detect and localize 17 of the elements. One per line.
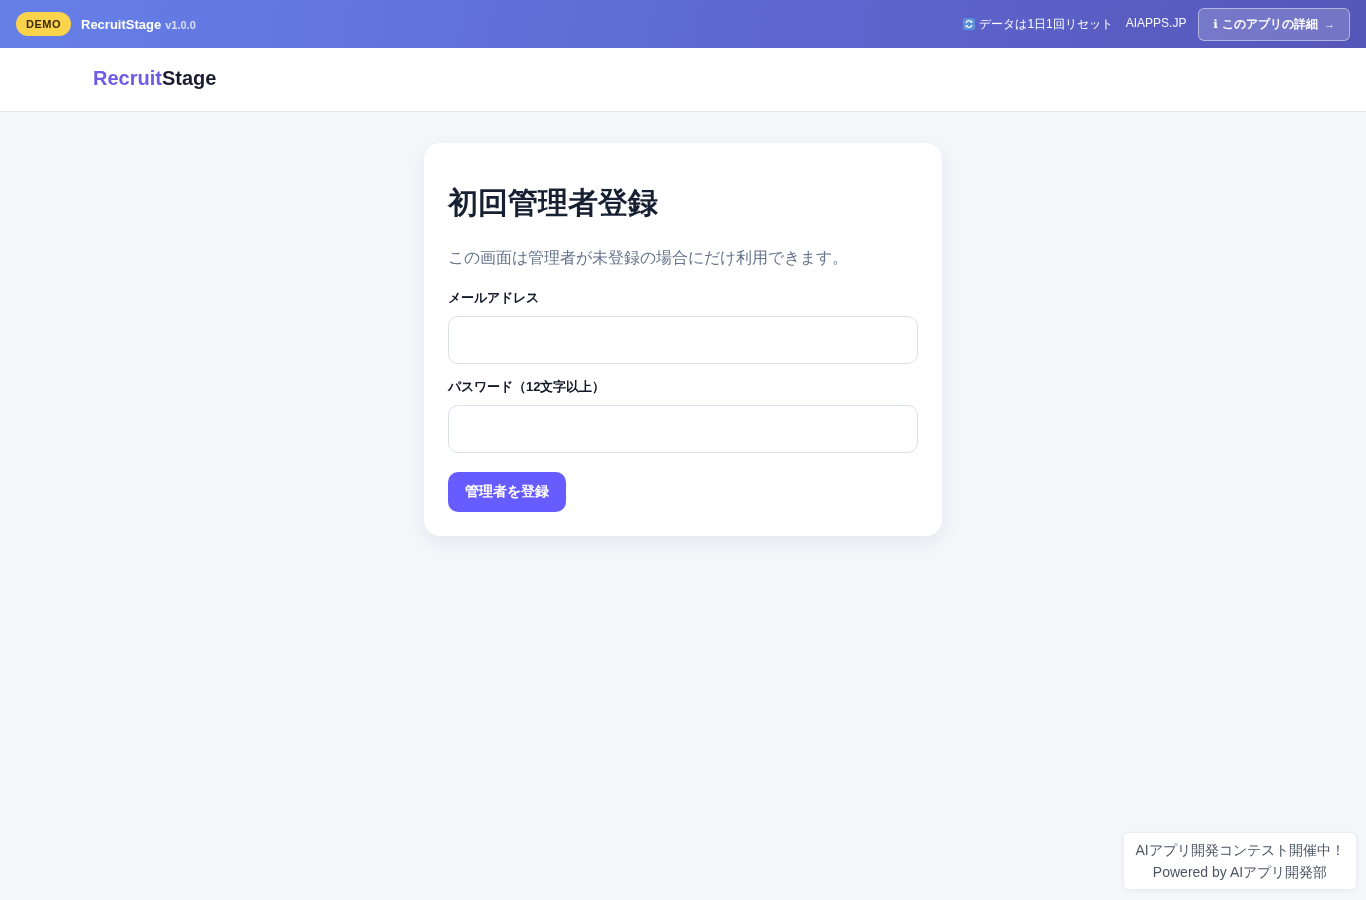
- app-details-button[interactable]: ℹ このアプリの詳細 →: [1198, 7, 1350, 41]
- input-field[interactable]: [448, 316, 918, 364]
- site-link[interactable]: AIAPPS.JP: [1125, 16, 1187, 30]
- register-button[interactable]: 管理者を登録: [448, 472, 566, 512]
- app-name: RecruitStage: [81, 16, 162, 32]
- version-label: v1.0.0: [165, 19, 196, 31]
- input-field[interactable]: [448, 405, 918, 453]
- reset-note: データは1日1回リセット: [979, 16, 1113, 32]
- form-description: この画面は管理者が未登録の場合にだけ利用できます。: [448, 248, 848, 268]
- form-title: 初回管理者登録: [448, 185, 658, 221]
- demo-badge: DEMO: [16, 12, 71, 36]
- notice-text: AIアプリ開発コンテスト開催中！: [1135, 841, 1345, 860]
- logo[interactable]: RecruitStage: [93, 67, 217, 90]
- field-label: メールアドレス: [448, 289, 539, 307]
- field-label: パスワード（12文字以上）: [448, 378, 606, 396]
- notice-text: Powered by AIアプリ開発部: [1152, 863, 1328, 882]
- refresh-icon: [963, 18, 976, 30]
